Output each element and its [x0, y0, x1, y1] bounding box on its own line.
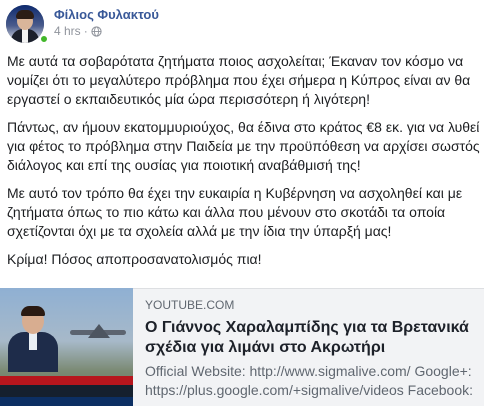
link-domain: YOUTUBE.COM [145, 298, 235, 312]
link-card-text[interactable]: YOUTUBE.COM Ο Γιάννος Χαραλαμπίδης για τ… [133, 288, 484, 406]
post-meta: 4 hrs · [54, 23, 159, 39]
author-name-link[interactable]: Φίλιος Φυλακτού [54, 7, 159, 23]
link-title[interactable]: Ο Γιάννος Χαραλαμπίδης για τα Βρετανικά … [145, 318, 474, 358]
video-thumbnail[interactable] [0, 288, 133, 406]
presenter-image [8, 306, 58, 372]
link-description: Official Website: http://www.sigmalive.c… [145, 363, 474, 398]
post-paragraph: Με αυτά τα σοβαρότατα ζητήματα ποιος ασχ… [7, 53, 471, 107]
post-header: Φίλιος Φυλακτού 4 hrs · [6, 2, 159, 46]
aircraft-image [70, 324, 126, 338]
globe-icon[interactable] [91, 25, 102, 37]
post-paragraph: Κρίμα! Πόσος αποπροσανατολισμός πια! [7, 251, 262, 267]
news-banner-dark [0, 385, 133, 397]
post-timestamp[interactable]: 4 hrs [54, 23, 81, 39]
post-paragraph: Με αυτό τον τρόπο θα έχει την ευκαιρία η… [7, 185, 463, 239]
online-status-icon [39, 34, 49, 44]
meta-separator: · [83, 24, 88, 38]
author-info: Φίλιος Φυλακτού 4 hrs · [54, 7, 159, 39]
news-banner-red [0, 376, 133, 385]
post-paragraph: Πάντως, αν ήμουν εκατομμυριούχος, θα έδι… [7, 119, 480, 173]
link-preview-card[interactable]: YOUTUBE.COM Ο Γιάννος Χαραλαμπίδης για τ… [0, 288, 484, 406]
post-text: Με αυτά τα σοβαρότατα ζητήματα ποιος ασχ… [7, 52, 481, 278]
news-banner-blue [0, 397, 133, 406]
